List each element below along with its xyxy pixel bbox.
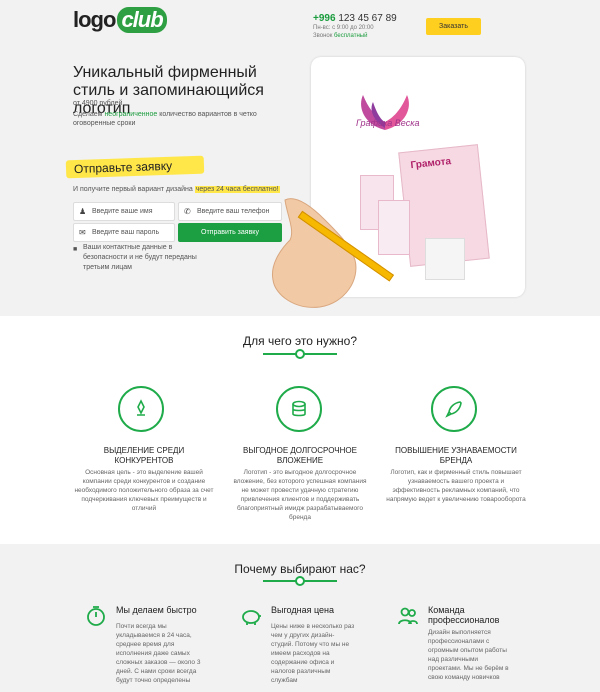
advantage-text: Цены ниже в несколько раз чем у других д… [271,623,355,684]
advantage-title: Выгодная цена [271,605,334,615]
why-title: Для чего это нужно? [243,334,357,348]
envelope-icon: ✉ [79,228,86,237]
desc-highlight: неограниченное [104,111,158,118]
section-divider [263,576,337,586]
name-placeholder: Введите ваше имя [92,208,153,215]
coins-icon [276,386,322,432]
order-button[interactable]: Заказать [426,18,481,35]
phone-code: +996 [313,13,336,24]
name-input[interactable]: ♟ Введите ваше имя [73,202,175,221]
free-call-highlight: бесплатный [334,33,368,39]
section-divider [263,349,337,359]
feature-title: ПОВЫШЕНИЕ УЗНАВАЕМОСТИ БРЕНДА [395,446,517,465]
form-note-prefix: И получите первый вариант дизайна [73,186,193,193]
choose-section: Почему выбирают нас? Мы делаем быстро По… [0,544,600,692]
advantage-title: Команда профессионалов [428,605,500,625]
divider-dot [295,576,305,586]
user-icon: ♟ [79,207,87,216]
free-call-note: Звонок бесплатный [313,33,367,39]
divider-dot [295,349,305,359]
feature-title: ВЫГОДНОЕ ДОЛГОСРОЧНОЕ ВЛОЖЕНИЕ [243,446,357,465]
phone-digits: 123 45 67 89 [338,13,397,24]
brand-wings-icon [361,95,409,130]
stopwatch-icon [87,606,105,626]
hero-section: logo club +996 123 45 67 89 Пн-вс: с 9:00… [0,0,600,316]
piggy-bank-icon [242,610,261,625]
feature-text: Основная цель - это выделение вашей комп… [74,469,214,512]
advantage-text: Почти всегда мы укладываемся в 24 часа, … [116,623,201,684]
choose-title: Почему выбирают нас? [234,562,366,576]
brand-label: Графика Веска [356,118,420,128]
award-icon [118,386,164,432]
feature-text: Логотип - это выгодное долгосрочное влож… [233,469,367,521]
password-placeholder: Введите ваш пароль [92,229,160,236]
lock-icon: ■ [73,246,78,253]
form-title: Отправьте заявку [65,155,205,179]
hero-price: от 4900 рублей [73,100,123,107]
phone-placeholder: Введите ваш телефон [197,208,270,215]
card-title: Грамота [410,156,452,172]
logo-club: club [117,7,167,33]
hand-illustration [271,198,357,308]
privacy-text: Ваши контактные данные в безопасности и … [83,244,197,271]
form-note: И получите первый вариант дизайна через … [73,186,280,193]
privacy-note: ■ Ваши контактные данные в безопасности и… [73,243,213,273]
hero-description: Сделаем неограниченное количество вариан… [73,110,293,128]
password-input[interactable]: ✉ Введите ваш пароль [73,223,175,242]
feature-text: Логотип, как и фирменный стиль повышает … [386,469,526,503]
team-icon [398,607,418,625]
rocket-icon [431,386,477,432]
advantage-title: Мы делаем быстро [116,605,197,615]
desc-prefix: Сделаем [73,111,103,118]
why-section: Для чего это нужно? ВЫДЕЛЕНИЕ СРЕДИ КОНК… [0,316,600,544]
leaflet-card [425,238,465,280]
working-hours: Пн-вс: с 9:00 до 20:00 [313,25,374,31]
logo-text: logo [73,7,116,32]
logo[interactable]: logo club [73,7,167,33]
free-call-prefix: Звонок [313,33,333,39]
leaflet-card [378,200,410,255]
phone-icon: ✆ [184,207,191,216]
phone-number[interactable]: +996 123 45 67 89 [313,13,397,24]
advantage-text: Дизайн выполняется профессионалами с огр… [428,629,509,681]
feature-title: ВЫДЕЛЕНИЕ СРЕДИ КОНКУРЕНТОВ [103,446,185,465]
